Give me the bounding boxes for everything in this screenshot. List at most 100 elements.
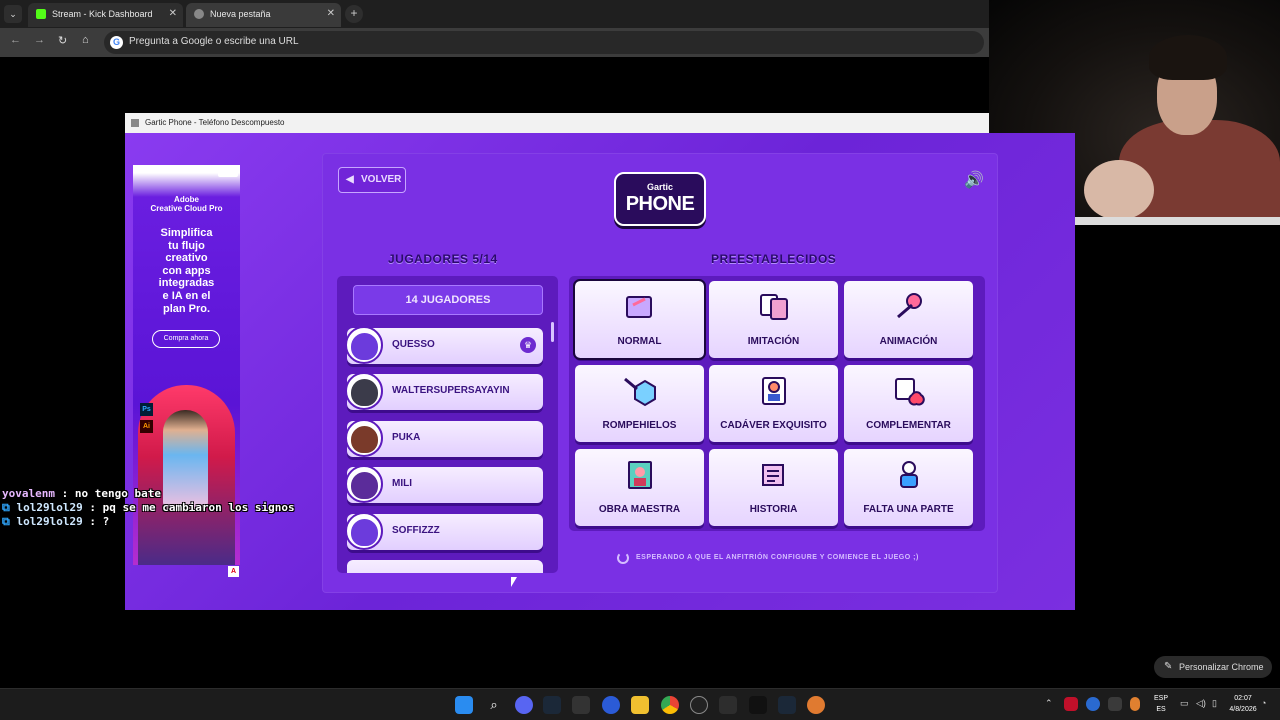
network-icon[interactable]: ▭	[1180, 698, 1189, 709]
reload-icon[interactable]: ↻	[58, 34, 67, 47]
preset-complement[interactable]: COMPLEMENTAR	[844, 365, 973, 442]
tray-app-icon-3[interactable]	[1108, 697, 1122, 711]
ad-buy-now-button[interactable]: Compra ahora	[152, 330, 220, 348]
system-clock[interactable]: 02:07 4/8/2026	[1228, 693, 1258, 715]
preset-missing-piece[interactable]: FALTA UNA PARTE	[844, 449, 973, 526]
file-explorer-icon[interactable]	[631, 696, 649, 714]
mouse-cursor-icon	[511, 577, 517, 587]
players-list: 14 JUGADORES QUESSO ♛ WALTERSUPERSAYAYIN…	[337, 276, 558, 573]
chat-separator: :	[89, 515, 96, 528]
presets-grid: NORMAL IMITACIÓN ANIMACIÓN ROMPEHIELOS C…	[569, 276, 985, 531]
game-window-title: Gartic Phone - Teléfono Descompuesto	[145, 118, 285, 127]
window-icon	[131, 119, 139, 127]
search-icon[interactable]: ⌕	[485, 696, 503, 714]
edge-like-icon[interactable]	[602, 696, 620, 714]
ad-headline-line: plan Pro.	[162, 302, 211, 315]
tray-app-icon-2[interactable]	[1086, 697, 1100, 711]
story-icon	[762, 464, 784, 486]
ad-headline-line: tu flujo	[168, 239, 205, 252]
tab-kick-dashboard[interactable]: Stream - Kick Dashboard ✕	[28, 3, 183, 27]
browser-icon[interactable]	[807, 696, 825, 714]
discord-icon[interactable]	[515, 696, 533, 714]
preset-imitation[interactable]: IMITACIÓN	[709, 281, 838, 358]
close-tab-icon[interactable]: ✕	[327, 3, 335, 25]
close-tab-icon[interactable]: ✕	[169, 3, 177, 25]
ad-headline-line: Simplifica	[160, 227, 213, 239]
illustrator-icon: Ai	[140, 420, 153, 433]
gartic-phone-logo: Gartic PHONE	[614, 172, 706, 226]
pencil-icon: ✎	[1164, 661, 1173, 672]
webcam-hair	[1149, 35, 1227, 80]
logo-bottom-text: PHONE	[625, 193, 695, 215]
chat-username: yovalenm	[2, 487, 55, 500]
ad-brand: Adobe Creative Cloud Pro	[133, 195, 240, 213]
windows-start-icon[interactable]	[455, 696, 473, 714]
chat-username: lol29lol29	[16, 501, 83, 514]
battery-icon[interactable]: ▯	[1212, 698, 1217, 709]
tab-search-icon[interactable]: ⌄	[4, 5, 22, 23]
new-tab-button[interactable]: +	[345, 5, 363, 23]
clock-time: 02:07	[1234, 695, 1252, 702]
tab-title: Nueva pestaña	[210, 9, 271, 19]
forward-arrow-icon[interactable]: →	[34, 34, 45, 46]
chevron-up-icon[interactable]: ⌃	[1045, 698, 1053, 709]
photoshop-icon: Ps	[140, 403, 153, 416]
preset-masterpiece[interactable]: OBRA MAESTRA	[575, 449, 704, 526]
waiting-status: ESPERANDO A QUE EL ANFITRIÓN CONFIGURE Y…	[615, 551, 955, 565]
chat-text: pq se me cambiaron los signos	[102, 501, 295, 514]
chat-badge-icon: ⧉	[2, 515, 10, 528]
exquisite-corpse-icon	[762, 377, 786, 405]
ad-headline-line: integradas	[158, 277, 215, 290]
icebreaker-icon	[624, 377, 656, 407]
preset-animation[interactable]: ANIMACIÓN	[844, 281, 973, 358]
players-scrollbar[interactable]	[551, 322, 554, 342]
preset-exquisite-corpse[interactable]: CADÁVER EXQUISITO	[709, 365, 838, 442]
preset-label: CADÁVER EXQUISITO	[720, 420, 827, 431]
tray-app-icon[interactable]	[1064, 697, 1078, 711]
app-icon[interactable]	[749, 696, 767, 714]
steam-icon-2[interactable]	[778, 696, 796, 714]
stream-chat-overlay: yovalenm : no tengo bate ⧉ lol29lol29 : …	[2, 487, 312, 529]
omnibox[interactable]: G Pregunta a Google o escribe una URL	[104, 31, 984, 54]
obs-icon[interactable]	[690, 696, 708, 714]
home-icon[interactable]: ⌂	[82, 34, 89, 46]
sound-icon[interactable]: 🔊	[964, 172, 986, 190]
steam-icon[interactable]	[543, 696, 561, 714]
max-players-selector[interactable]: 14 JUGADORES	[353, 285, 543, 315]
notification-bell-icon[interactable]: ◔	[1261, 698, 1266, 708]
tab-title: Stream - Kick Dashboard	[52, 9, 153, 19]
preset-label: ANIMACIÓN	[879, 336, 938, 347]
preset-label: HISTORIA	[749, 504, 798, 515]
microphone-icon[interactable]	[1130, 697, 1140, 711]
omnibox-placeholder: Pregunta a Google o escribe una URL	[129, 36, 299, 47]
game-window-titlebar: Gartic Phone - Teléfono Descompuesto	[125, 113, 989, 133]
terminal-icon[interactable]	[719, 696, 737, 714]
browser-tab-strip: ⌄ Stream - Kick Dashboard ✕ Nueva pestañ…	[0, 0, 990, 28]
adchoices-icon[interactable]: A	[228, 566, 239, 577]
preset-story[interactable]: HISTORIA	[709, 449, 838, 526]
notes-icon[interactable]	[572, 696, 590, 714]
tab-new-tab[interactable]: Nueva pestaña ✕	[186, 3, 341, 27]
waiting-text: ESPERANDO A QUE EL ANFITRIÓN CONFIGURE Y…	[636, 554, 919, 561]
preset-normal[interactable]: NORMAL	[573, 279, 706, 360]
clock-date: 4/8/2026	[1229, 706, 1257, 713]
chat-badge-icon: ⧉	[2, 501, 10, 514]
back-button[interactable]: ◀ VOLVER	[338, 167, 406, 193]
customize-chrome-button[interactable]: ✎ Personalizar Chrome	[1154, 656, 1272, 678]
preset-label: COMPLEMENTAR	[866, 420, 951, 431]
volume-icon[interactable]: ◁)	[1196, 698, 1206, 709]
avatar	[345, 419, 383, 457]
player-row: WALTERSUPERSAYAYIN	[345, 372, 543, 410]
ad-headline-line: creativo	[165, 252, 208, 265]
ad-info-icon[interactable]	[218, 168, 238, 177]
preset-label: NORMAL	[617, 336, 662, 347]
chat-username: lol29lol29	[16, 515, 83, 528]
preset-icebreaker[interactable]: ROMPEHIELOS	[575, 365, 704, 442]
keyboard-layout: ES	[1156, 706, 1166, 713]
player-row: SOFFIZZZ	[345, 512, 543, 550]
language-indicator[interactable]: ESP ES	[1153, 693, 1169, 715]
google-icon: G	[110, 36, 123, 49]
chrome-icon[interactable]	[661, 696, 679, 714]
back-arrow-icon[interactable]: ←	[10, 34, 21, 46]
players-title: JUGADORES 5/14	[388, 252, 498, 266]
